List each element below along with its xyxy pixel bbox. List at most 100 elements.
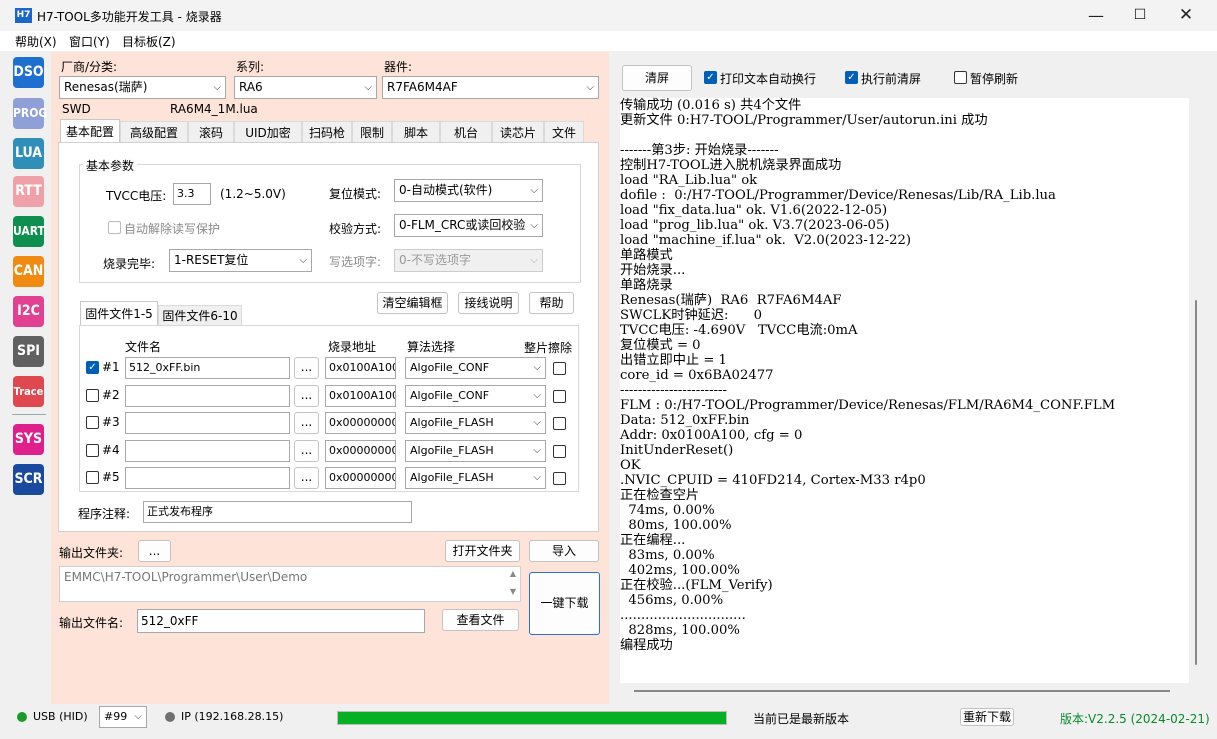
sidebar-dso-button[interactable]: DSO: [13, 57, 44, 88]
clear-edit-button[interactable]: 清空编辑框: [377, 292, 448, 314]
reset-mode-label: 复位模式:: [329, 187, 382, 201]
one-click-download-button[interactable]: 一键下载: [529, 572, 600, 635]
minimize-icon[interactable]: —: [1073, 0, 1119, 31]
file-address-input[interactable]: 0x00000000: [325, 412, 396, 434]
file-browse-button[interactable]: ...: [294, 412, 319, 434]
output-folder-browse[interactable]: ...: [138, 540, 171, 562]
auto-wrap-checkbox[interactable]: ✓: [704, 71, 717, 84]
sidebar-spi-button[interactable]: SPI: [13, 336, 44, 367]
file-index: #3: [102, 415, 120, 429]
tvcc-input[interactable]: 3.3: [173, 183, 211, 205]
sidebar-lua-button[interactable]: LUA: [13, 138, 44, 169]
chip-erase-checkbox[interactable]: [553, 417, 566, 430]
file-address-input[interactable]: 0x00000000: [325, 467, 396, 489]
tab-uid-encrypt[interactable]: UID加密: [234, 121, 302, 143]
file-browse-button[interactable]: ...: [294, 467, 319, 489]
file-algorithm-select[interactable]: AlgoFile_FLASH ⌵: [405, 467, 546, 489]
output-filename-input[interactable]: 512_0xFF: [137, 609, 425, 633]
open-folder-button[interactable]: 打开文件夹: [445, 540, 520, 562]
chip-erase-checkbox[interactable]: [553, 362, 566, 375]
device-number-select[interactable]: #99 ⌵: [99, 706, 147, 728]
file-algorithm-select[interactable]: AlgoFile_FLASH ⌵: [405, 440, 546, 462]
maximize-icon[interactable]: ☐: [1117, 0, 1163, 31]
tab-basic[interactable]: 基本配置: [60, 119, 120, 143]
output-path-box[interactable]: EMMC\H7-TOOL\Programmer\User\Demo ▲ ▼: [59, 566, 521, 602]
sidebar-trace-button[interactable]: Trace: [13, 376, 44, 407]
sidebar-prog-button[interactable]: PROG: [13, 98, 47, 129]
file-browse-button[interactable]: ...: [294, 357, 319, 379]
file-address-input[interactable]: 0x0100A100: [325, 357, 396, 379]
file-browse-button[interactable]: ...: [294, 440, 319, 462]
file-algorithm-select[interactable]: AlgoFile_CONF ⌵: [405, 357, 546, 379]
series-select[interactable]: RA6 ⌵: [234, 76, 377, 99]
sidebar-uart-button[interactable]: UART: [13, 216, 45, 247]
finish-select[interactable]: 1-RESET复位 ⌵: [169, 249, 312, 272]
chevron-down-icon: ⌵: [364, 82, 372, 93]
file-algorithm-select[interactable]: AlgoFile_FLASH ⌵: [405, 412, 546, 434]
file-algorithm-select[interactable]: AlgoFile_CONF ⌵: [405, 385, 546, 407]
tab-file[interactable]: 文件: [544, 121, 584, 143]
tab-firmware-6-10[interactable]: 固件文件6-10: [158, 305, 242, 325]
unprotect-checkbox[interactable]: [108, 221, 121, 234]
scroll-down-icon[interactable]: ▼: [510, 587, 516, 596]
file-browse-button[interactable]: ...: [294, 385, 319, 407]
menu-window[interactable]: 窗口(Y): [69, 33, 110, 50]
file-enable-checkbox[interactable]: [86, 471, 99, 484]
tab-rolling-code[interactable]: 滚码: [188, 121, 234, 143]
file-address-input[interactable]: 0x0100A100: [325, 385, 396, 407]
file-name-input[interactable]: [125, 412, 290, 434]
col-chip-erase: 整片擦除: [524, 341, 573, 355]
chip-select[interactable]: R7FA6M4AF ⌵: [382, 76, 599, 99]
tab-advanced[interactable]: 高级配置: [120, 121, 188, 143]
file-enable-checkbox[interactable]: [86, 444, 99, 457]
sidebar-scr-button[interactable]: SCR: [13, 464, 44, 495]
tab-firmware-1-5[interactable]: 固件文件1-5: [80, 301, 158, 325]
vendor-select[interactable]: Renesas(瑞萨) ⌵: [59, 76, 226, 99]
chevron-down-icon: ⌵: [533, 390, 541, 401]
wiring-button[interactable]: 接线说明: [458, 292, 519, 314]
close-icon[interactable]: ✕: [1163, 0, 1209, 31]
sidebar-sys-button[interactable]: SYS: [13, 424, 44, 455]
clear-screen-button[interactable]: 清屏: [622, 65, 692, 91]
option-byte-select[interactable]: 0-不写选项字 ⌵: [394, 249, 543, 272]
chevron-down-icon: ⌵: [213, 82, 221, 93]
file-name-input[interactable]: [125, 467, 290, 489]
chip-erase-checkbox[interactable]: [553, 472, 566, 485]
file-enable-checkbox[interactable]: [86, 389, 99, 402]
chip-erase-checkbox[interactable]: [553, 445, 566, 458]
file-enable-checkbox[interactable]: [86, 416, 99, 429]
redownload-button[interactable]: 重新下载: [960, 708, 1014, 726]
sidebar-i2c-button[interactable]: I2C: [13, 296, 44, 327]
verify-select[interactable]: 0-FLM_CRC或读回校验 ⌵: [394, 214, 543, 237]
sidebar-can-button[interactable]: CAN: [13, 256, 44, 287]
sidebar-rtt-button[interactable]: RTT: [13, 176, 44, 207]
file-enable-checkbox[interactable]: ✓: [86, 361, 99, 374]
file-name-input[interactable]: [125, 385, 290, 407]
tab-limit[interactable]: 限制: [352, 121, 392, 143]
tab-read-chip[interactable]: 读芯片: [492, 121, 544, 143]
view-file-button[interactable]: 查看文件: [442, 609, 519, 631]
help-button[interactable]: 帮助: [529, 292, 574, 314]
verify-label: 校验方式:: [329, 222, 382, 236]
window-title: H7-TOOL多功能开发工具 - 烧录器: [37, 10, 222, 24]
menu-help[interactable]: 帮助(X): [15, 33, 57, 50]
pause-refresh-checkbox[interactable]: [954, 71, 967, 84]
tab-machine[interactable]: 机台: [440, 121, 492, 143]
chip-erase-checkbox[interactable]: [553, 390, 566, 403]
tab-scanner[interactable]: 扫码枪: [302, 121, 352, 143]
comment-input[interactable]: 正式发布程序: [143, 501, 412, 523]
console-output[interactable]: 传输成功 (0.016 s) 共4个文件 更新文件 0:H7-TOOL/Prog…: [620, 98, 1189, 683]
menu-target[interactable]: 目标板(Z): [122, 33, 176, 50]
scroll-up-icon[interactable]: ▲: [510, 569, 516, 578]
chevron-down-icon: ⌵: [533, 417, 541, 428]
clear-before-run-checkbox[interactable]: ✓: [845, 71, 858, 84]
console-horizontal-scrollbar[interactable]: [634, 690, 1170, 692]
chevron-down-icon: ⌵: [533, 362, 541, 373]
reset-mode-select[interactable]: 0-自动模式(软件) ⌵: [394, 179, 543, 202]
console-vertical-scrollbar[interactable]: [1195, 300, 1197, 665]
file-address-input[interactable]: 0x00000000: [325, 440, 396, 462]
file-name-input[interactable]: 512_0xFF.bin: [125, 357, 290, 379]
tab-script[interactable]: 脚本: [392, 121, 440, 143]
file-name-input[interactable]: [125, 440, 290, 462]
import-button[interactable]: 导入: [529, 540, 599, 562]
